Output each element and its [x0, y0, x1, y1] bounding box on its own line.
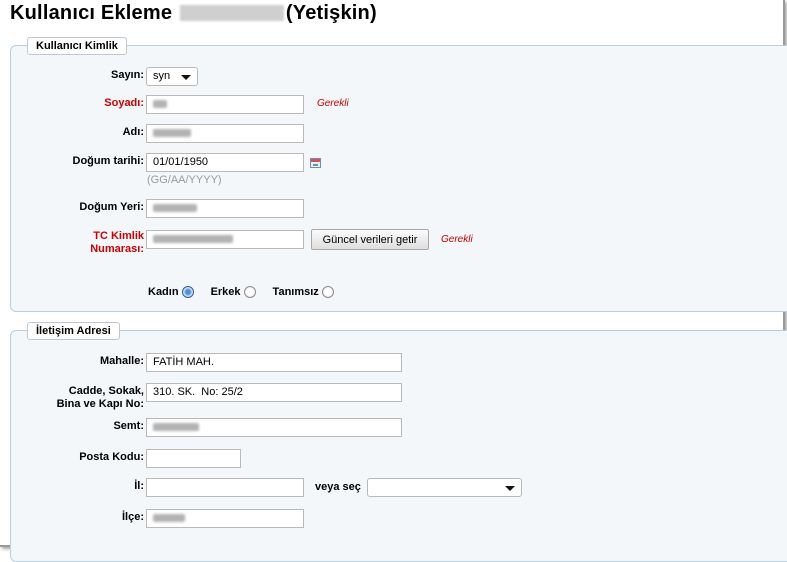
tc-input[interactable] [146, 230, 304, 249]
postal-code-label: Posta Kodu: [79, 451, 144, 463]
street-label: Cadde, Sokak, Bina ve Kapı No: [11, 385, 144, 411]
birthdate-label: Doğum tarihi: [72, 155, 145, 167]
district-label: Semt: [113, 420, 144, 432]
tc-label-line1: TC Kimlik [93, 230, 144, 242]
chevron-down-icon [505, 486, 515, 491]
province-input[interactable] [146, 478, 304, 497]
name-label: Adı: [122, 126, 144, 138]
birthplace-input[interactable] [146, 199, 304, 218]
gender-female-label: Kadın [148, 286, 179, 298]
identity-fieldset: Kullanıcı Kimlik Sayın: syn Soyadı: Gere… [10, 37, 787, 312]
province-label: İl: [134, 480, 144, 492]
county-input[interactable] [146, 509, 304, 528]
chevron-down-icon [181, 75, 191, 80]
salutation-select[interactable]: syn [146, 67, 198, 86]
gender-female-radio[interactable] [181, 286, 194, 298]
page-title-left: Kullanıcı Ekleme [10, 2, 173, 24]
address-legend: İletişim Adresi [27, 322, 120, 340]
province-select[interactable] [367, 478, 522, 497]
neighborhood-value: FATİH MAH. [153, 356, 214, 368]
birthdate-hint: (GG/AA/YYYY) [147, 174, 222, 186]
surname-label: Soyadı: [104, 97, 144, 109]
tc-label: TC Kimlik Numarası: [11, 230, 144, 256]
gender-male-radio[interactable] [243, 286, 256, 298]
address-fieldset: İletişim Adresi Mahalle: FATİH MAH. Cadd… [10, 322, 787, 562]
redacted-name-value [153, 129, 191, 138]
gender-male-label: Erkek [210, 286, 241, 298]
tc-label-line2: Numarası: [90, 243, 144, 255]
gender-group: Kadın Erkek Tanımsız [148, 286, 351, 298]
neighborhood-input[interactable]: FATİH MAH. [146, 353, 402, 372]
county-label: İlçe: [121, 511, 144, 523]
calendar-icon[interactable] [310, 158, 321, 168]
district-input[interactable] [146, 418, 402, 437]
redacted-surname [153, 100, 167, 109]
birthplace-label: Doğum Yeri: [79, 201, 144, 213]
street-input[interactable]: 310. SK. No: 25/2 [146, 383, 402, 402]
identity-legend: Kullanıcı Kimlik [27, 37, 127, 55]
birthdate-input[interactable]: 01/01/1950 [146, 153, 304, 172]
salutation-value: syn [153, 70, 171, 82]
street-value: 310. SK. No: 25/2 [153, 386, 243, 398]
redacted-birthplace [153, 204, 197, 213]
redacted-tc [153, 235, 233, 244]
or-choose-label: veya seç [315, 481, 361, 493]
tc-required: Gerekli [441, 234, 473, 245]
salutation-label: Sayın: [110, 69, 144, 81]
page-title: Kullanıcı Ekleme (Yetişkin) [10, 2, 377, 25]
neighborhood-label: Mahalle: [99, 355, 144, 367]
redacted-name [179, 5, 284, 21]
page-title-right: (Yetişkin) [285, 2, 377, 24]
redacted-county [153, 514, 185, 523]
birthdate-value: 01/01/1950 [153, 156, 209, 168]
gender-unknown-label: Tanımsız [272, 286, 319, 298]
gender-unknown-radio[interactable] [321, 286, 334, 298]
postal-code-input[interactable] [146, 449, 241, 468]
surname-required: Gerekli [317, 98, 349, 109]
redacted-district [153, 423, 199, 432]
street-label-line1: Cadde, Sokak, [68, 385, 144, 397]
name-input[interactable] [146, 124, 304, 143]
street-label-line2: Bina ve Kapı No: [56, 398, 144, 410]
fetch-current-data-button[interactable]: Güncel verileri getir [311, 229, 429, 250]
surname-input[interactable] [146, 95, 304, 114]
